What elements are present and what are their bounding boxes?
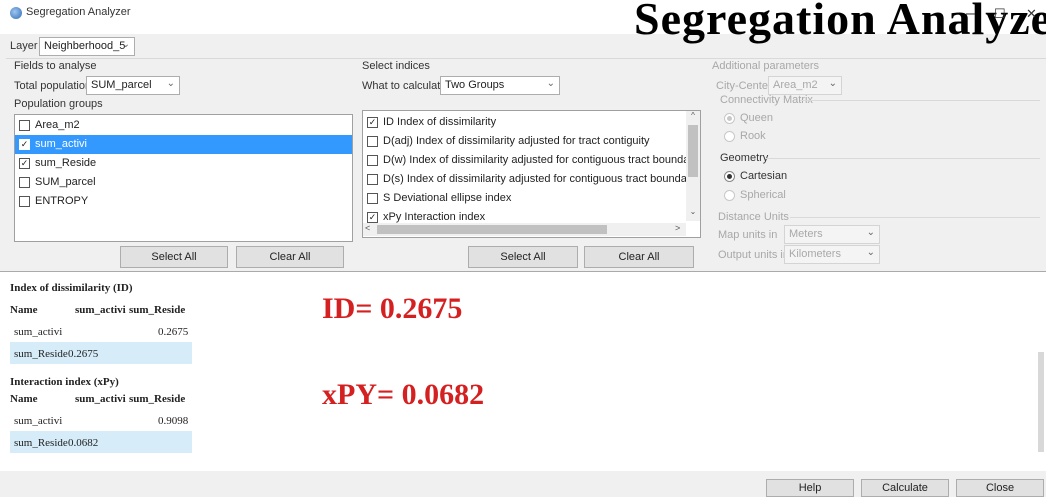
queen-radio[interactable] (724, 113, 735, 124)
id-col-b: sum_Reside (129, 304, 186, 316)
help-button[interactable]: Help (766, 479, 854, 497)
maximize-button[interactable]: ☐ (994, 4, 1006, 24)
cartesian-label: Cartesian (740, 170, 788, 182)
rook-label: Rook (740, 130, 766, 142)
checkbox[interactable]: ✓ (19, 158, 30, 169)
indices-list[interactable]: ✓ ID Index of dissimilarity D(adj) Index … (362, 110, 701, 238)
fields-clear-all-button[interactable]: Clear All (236, 246, 344, 268)
output-units-label: Output units in (718, 249, 789, 261)
checkbox[interactable] (367, 193, 378, 204)
results-pane: Index of dissimilarity (ID) Name sum_act… (0, 271, 1046, 471)
calculate-button[interactable]: Calculate (861, 479, 949, 497)
results-scrollbar[interactable] (1038, 352, 1044, 452)
city-center-select[interactable]: Area_m2 ⌄ (768, 76, 842, 95)
cartesian-radio[interactable] (724, 171, 735, 182)
list-item[interactable]: SUM_parcel (15, 173, 352, 192)
list-item[interactable]: D(w) Index of dissimilarity adjusted for… (363, 151, 700, 170)
scrollbar-thumb[interactable] (688, 125, 698, 177)
indices-section-label: Select indices (362, 60, 430, 72)
map-units-select[interactable]: Meters ⌄ (784, 225, 880, 244)
id-table-title: Index of dissimilarity (ID) (10, 282, 133, 294)
checkbox[interactable] (19, 196, 30, 207)
fields-select-all-button[interactable]: Select All (120, 246, 228, 268)
indices-clear-all-button[interactable]: Clear All (584, 246, 694, 268)
checkbox[interactable] (367, 174, 378, 185)
table-row: sum_Reside 0.2675 (10, 342, 192, 364)
xpy-result-callout: xPY= 0.0682 (322, 378, 485, 411)
checkbox[interactable]: ✓ (367, 212, 378, 223)
table-row: sum_Reside 0.0682 (10, 431, 192, 453)
list-item[interactable]: D(adj) Index of dissimilarity adjusted f… (363, 132, 700, 151)
what-to-calculate-select[interactable]: Two Groups ⌄ (440, 76, 560, 95)
table-row: sum_activi 0.2675 (14, 326, 189, 338)
xpy-col-name: Name (10, 393, 38, 405)
checkbox[interactable]: ✓ (367, 117, 378, 128)
scroll-up-icon[interactable]: ^ (688, 111, 698, 120)
chevron-down-icon: ⌄ (166, 78, 175, 89)
checkbox[interactable] (19, 177, 30, 188)
window-title: Segregation Analyzer (26, 6, 131, 18)
divider (6, 58, 1046, 59)
spherical-label: Spherical (740, 189, 786, 201)
chevron-down-icon: ⌄ (121, 39, 130, 50)
connectivity-matrix-label: Connectivity Matrix (720, 94, 813, 106)
scroll-right-icon[interactable]: > (675, 223, 680, 233)
population-groups-list[interactable]: Area_m2 ✓ sum_activi ✓ sum_Reside SUM_parc… (14, 114, 353, 242)
page-heading: Segregation Analyzer (634, 0, 1046, 44)
map-units-label: Map units in (718, 229, 778, 241)
rook-radio[interactable] (724, 131, 735, 142)
indices-select-all-button[interactable]: Select All (468, 246, 578, 268)
fields-section-label: Fields to analyse (14, 60, 97, 72)
app-icon (10, 7, 22, 19)
id-result-callout: ID= 0.2675 (322, 292, 463, 325)
checkbox[interactable] (367, 136, 378, 147)
spherical-radio[interactable] (724, 190, 735, 201)
geometry-label: Geometry (720, 152, 769, 164)
layer-label: Layer (10, 40, 38, 52)
scroll-left-icon[interactable]: < (365, 223, 370, 233)
close-window-button[interactable]: ✕ (1026, 4, 1037, 24)
close-button[interactable]: Close (956, 479, 1044, 497)
divider (766, 158, 1040, 159)
divider (800, 100, 1040, 101)
divider (790, 217, 1040, 218)
list-item[interactable]: S Deviational ellipse index (363, 189, 700, 208)
list-item[interactable]: ✓ ID Index of dissimilarity (363, 113, 700, 132)
chevron-down-icon: ⌄ (546, 78, 555, 89)
chevron-down-icon: ⌄ (828, 78, 837, 89)
list-item[interactable]: ✓ sum_Reside (15, 154, 352, 173)
id-col-a: sum_activi (75, 304, 126, 316)
checkbox[interactable]: ✓ (19, 139, 30, 150)
list-item[interactable]: Area_m2 (15, 116, 352, 135)
table-row: sum_activi 0.9098 (14, 415, 189, 427)
params-section-label: Additional parameters (712, 60, 820, 72)
list-item[interactable]: ✓ sum_activi (15, 135, 352, 154)
distance-units-label: Distance Units (718, 211, 789, 223)
xpy-table-title: Interaction index (xPy) (10, 376, 119, 388)
list-item[interactable]: D(s) Index of dissimilarity adjusted for… (363, 170, 700, 189)
chevron-down-icon: ⌄ (866, 227, 875, 238)
what-to-calculate-label: What to calculate: (362, 80, 450, 92)
queen-label: Queen (740, 112, 774, 124)
city-center-label: City-Center (716, 80, 772, 92)
list-item[interactable]: ENTROPY (15, 192, 352, 211)
total-population-select[interactable]: SUM_parcel ⌄ (86, 76, 180, 95)
checkbox[interactable] (367, 155, 378, 166)
id-col-name: Name (10, 304, 38, 316)
layer-select[interactable]: Neighberhood_5 ⌄ (39, 37, 135, 56)
xpy-col-b: sum_Reside (129, 393, 186, 405)
scroll-down-icon[interactable]: ⌄ (688, 207, 698, 216)
horizontal-scrollbar[interactable]: < > (363, 223, 686, 236)
minimize-button[interactable]: – (966, 4, 975, 24)
checkbox[interactable] (19, 120, 30, 131)
scrollbar-thumb[interactable] (377, 225, 607, 234)
population-groups-label: Population groups (14, 98, 103, 110)
output-units-select[interactable]: Kilometers ⌄ (784, 245, 880, 264)
vertical-scrollbar[interactable]: ^ ⌄ (686, 111, 700, 221)
xpy-col-a: sum_activi (75, 393, 126, 405)
total-population-label: Total population: (14, 80, 95, 92)
chevron-down-icon: ⌄ (866, 247, 875, 258)
